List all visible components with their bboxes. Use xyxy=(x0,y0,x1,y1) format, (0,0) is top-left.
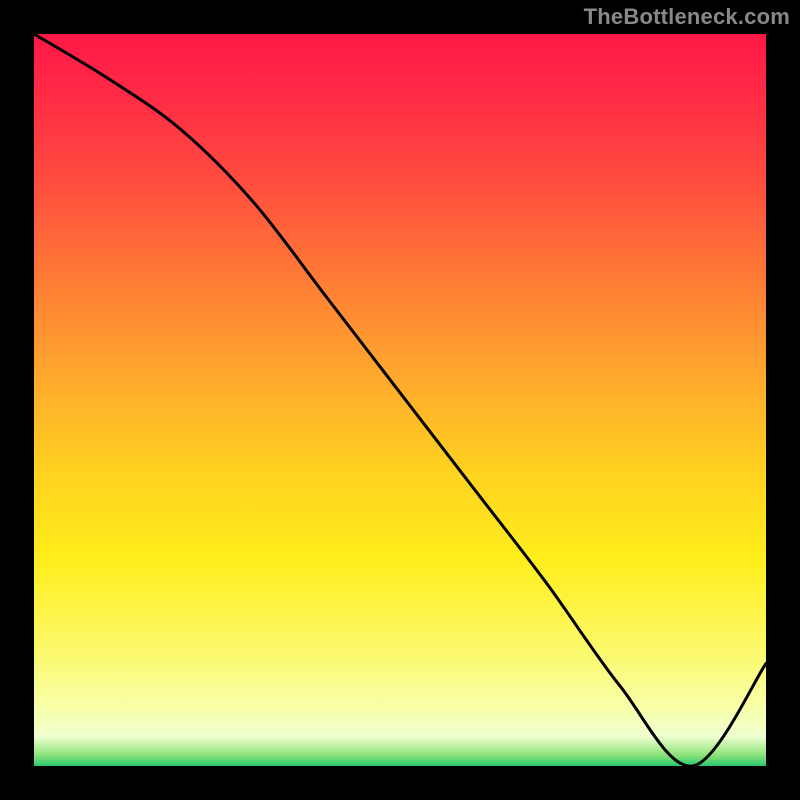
curve-path xyxy=(34,34,766,766)
watermark-text: TheBottleneck.com xyxy=(584,4,790,30)
chart-container: TheBottleneck.com xyxy=(0,0,800,800)
bottleneck-curve xyxy=(34,34,766,766)
plot-area xyxy=(30,30,770,770)
